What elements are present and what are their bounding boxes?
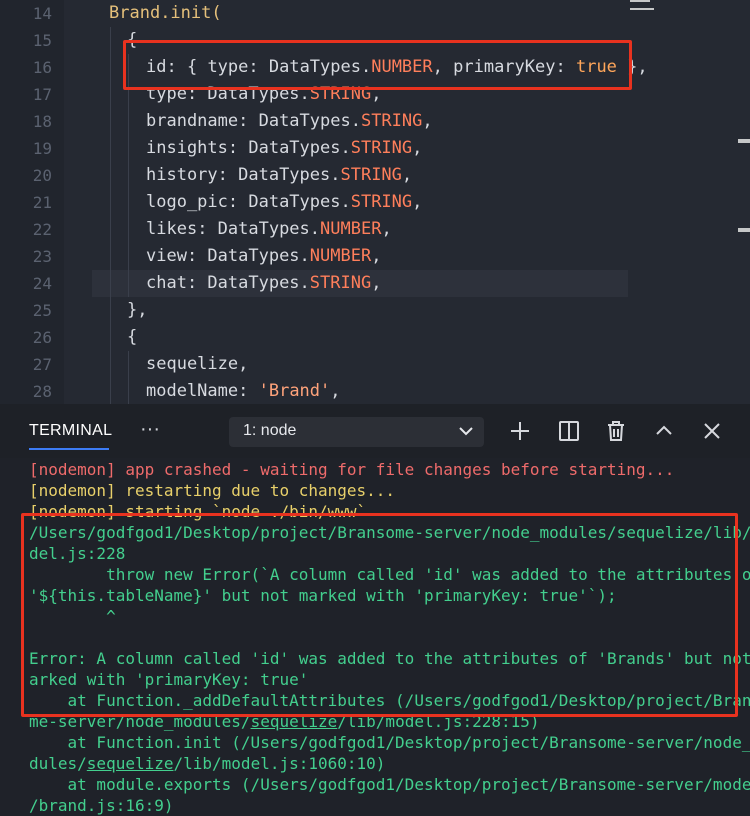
punct: : DataTypes. (186, 246, 310, 266)
datatype: NUMBER (320, 219, 382, 239)
punct: , (381, 219, 392, 239)
terminal-line: [nodemon] app crashed - waiting for file… (29, 460, 675, 479)
datatype: STRING (350, 138, 413, 158)
terminal-select[interactable]: 1: node (229, 417, 484, 447)
open-brace: { (127, 327, 138, 347)
stack-link[interactable]: sequelize (87, 754, 174, 773)
code-line: likes: DataTypes.NUMBER, (146, 216, 392, 243)
punct: , (371, 273, 382, 293)
terminal-toolbar: TERMINAL ··· 1: node (0, 404, 750, 458)
active-tab-indicator (29, 448, 109, 450)
terminal-line: dules/sequelize/lib/model.js:1060:10) (29, 753, 385, 774)
punct: , (422, 111, 433, 131)
punct: : (238, 381, 259, 401)
punct: , (330, 381, 341, 401)
field-key: history (146, 165, 218, 185)
punct: , (371, 246, 382, 266)
field-key: insights (146, 138, 228, 158)
field-key: brandname (146, 111, 239, 131)
terminal-panel[interactable]: TERMINAL ··· 1: node [nodemon] app crash… (0, 404, 750, 815)
datatype: STRING (360, 111, 423, 131)
stack-path: /lib/model.js:1060:10) (173, 754, 386, 773)
scrollbar-marker (738, 228, 750, 232)
punct: : DataTypes. (186, 273, 310, 293)
punct: : DataTypes. (197, 219, 321, 239)
stack-path: dules/ (29, 754, 87, 773)
punct: : DataTypes. (227, 192, 351, 212)
terminal-select-value: 1: node (243, 422, 297, 439)
class-name: Brand (109, 3, 161, 23)
punct: : DataTypes. (227, 138, 351, 158)
trash-icon[interactable] (604, 419, 628, 443)
code-line: modelName: 'Brand', (146, 378, 341, 404)
code-line: }, (127, 297, 147, 324)
minimap-mark (630, 0, 650, 2)
code-line: chat: DataTypes.STRING, (146, 270, 381, 297)
terminal-line: at Function.init (/Users/godfgod1/Deskto… (29, 733, 750, 752)
punct: , (412, 138, 423, 158)
annotation-highlight-box (123, 40, 632, 90)
chevron-up-icon[interactable] (652, 419, 676, 443)
field-key: likes (146, 219, 198, 239)
field-key: view (146, 246, 187, 266)
tab-terminal[interactable]: TERMINAL (29, 422, 112, 440)
close-icon[interactable] (700, 419, 724, 443)
more-actions-icon[interactable]: ··· (140, 418, 160, 441)
code-line: sequelize, (146, 351, 248, 378)
annotation-highlight-box (21, 513, 738, 717)
chevron-down-icon (459, 427, 473, 436)
datatype: NUMBER (309, 246, 372, 266)
code-editor[interactable]: 14 15 16 17 18 19 20 21 22 23 24 25 26 2… (0, 0, 750, 404)
code-line: brandname: DataTypes.STRING, (146, 108, 433, 135)
minimap-mark (630, 8, 654, 10)
punct: : DataTypes. (238, 111, 361, 131)
code-line: logo_pic: DataTypes.STRING, (146, 189, 422, 216)
punct: , (401, 165, 413, 185)
field-key: chat (146, 273, 187, 293)
init-call: .init( (160, 3, 222, 23)
datatype: STRING (309, 273, 372, 293)
code-line: { (127, 324, 137, 351)
code-line: history: DataTypes.STRING, (146, 162, 412, 189)
sequelize-ref: sequelize, (146, 354, 249, 374)
scrollbar-marker (738, 139, 750, 143)
punct: , (412, 192, 423, 212)
punct: : DataTypes. (217, 165, 341, 185)
code-line: insights: DataTypes.STRING, (146, 135, 422, 162)
close-brace: }, (127, 300, 148, 320)
datatype: STRING (350, 192, 413, 212)
plus-icon[interactable] (508, 419, 532, 443)
field-key: logo_pic (146, 192, 228, 212)
terminal-line: [nodemon] restarting due to changes... (29, 481, 396, 500)
terminal-line: /brand.js:16:9) (29, 796, 174, 815)
datatype: STRING (340, 165, 402, 185)
string-literal: 'Brand' (258, 381, 331, 401)
split-terminal-icon[interactable] (557, 419, 581, 443)
code-line: view: DataTypes.NUMBER, (146, 243, 381, 270)
field-key: modelName (146, 381, 239, 401)
code-line: Brand.init( (109, 0, 222, 27)
terminal-line: at module.exports (/Users/godfgod1/Deskt… (29, 775, 750, 794)
